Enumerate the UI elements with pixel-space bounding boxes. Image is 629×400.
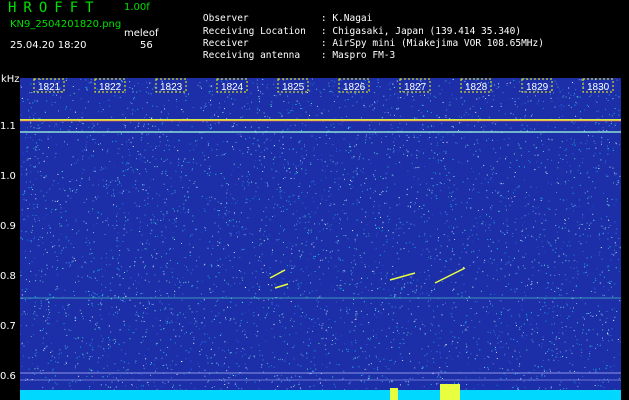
time-tick-label: 1823 (160, 82, 183, 93)
spectrogram: 1821 1822 1823 1824 1825 1826 1827 1828 1829 1830 (20, 78, 621, 400)
mode-label: meleof (124, 28, 159, 39)
y-tick-label: 0.8 (0, 271, 16, 282)
spectrogram-background (20, 78, 621, 400)
mode-value: 56 (140, 40, 153, 51)
y-axis-unit: kHz (1, 74, 20, 85)
time-tick: 1827 (399, 78, 431, 93)
time-tick-label: 1821 (38, 82, 61, 93)
time-tick: 1826 (338, 78, 370, 93)
time-tick: 1828 (460, 78, 492, 93)
file-name: KN9_2504201820.png (10, 19, 122, 30)
time-tick-label: 1822 (99, 82, 122, 93)
y-tick-label: 1.1 (0, 121, 16, 132)
time-tick: 1823 (155, 78, 187, 93)
time-tick-label: 1826 (343, 82, 366, 93)
noise-band (20, 390, 621, 400)
antenna-row: Receiving antenna : Maspro FM-3 (180, 39, 395, 72)
signal-burst (390, 388, 398, 400)
time-tick-label: 1828 (465, 82, 488, 93)
time-tick: 1825 (277, 78, 309, 93)
antenna-value: : Maspro FM-3 (320, 50, 396, 61)
y-tick-label: 0.9 (0, 221, 16, 232)
app-name: HROFFT (8, 0, 101, 16)
time-tick: 1830 (582, 78, 614, 93)
time-tick-label: 1827 (404, 82, 427, 93)
datetime: 25.04.20 18:20 (10, 40, 87, 51)
antenna-label: Receiving antenna (202, 50, 301, 61)
app-version: 1.00f (124, 2, 150, 13)
signal-burst (440, 384, 460, 400)
time-tick-label: 1824 (221, 82, 244, 93)
time-tick: 1822 (94, 78, 126, 93)
time-tick: 1824 (216, 78, 248, 93)
time-tick-label: 1825 (282, 82, 305, 93)
y-tick-label: 0.7 (0, 321, 16, 332)
time-tick-label: 1829 (526, 82, 549, 93)
time-tick: 1821 (33, 78, 65, 93)
y-tick-label: 0.6 (0, 371, 16, 382)
time-tick: 1829 (521, 78, 553, 93)
y-tick-label: 1.0 (0, 171, 16, 182)
time-tick-label: 1830 (587, 82, 610, 93)
